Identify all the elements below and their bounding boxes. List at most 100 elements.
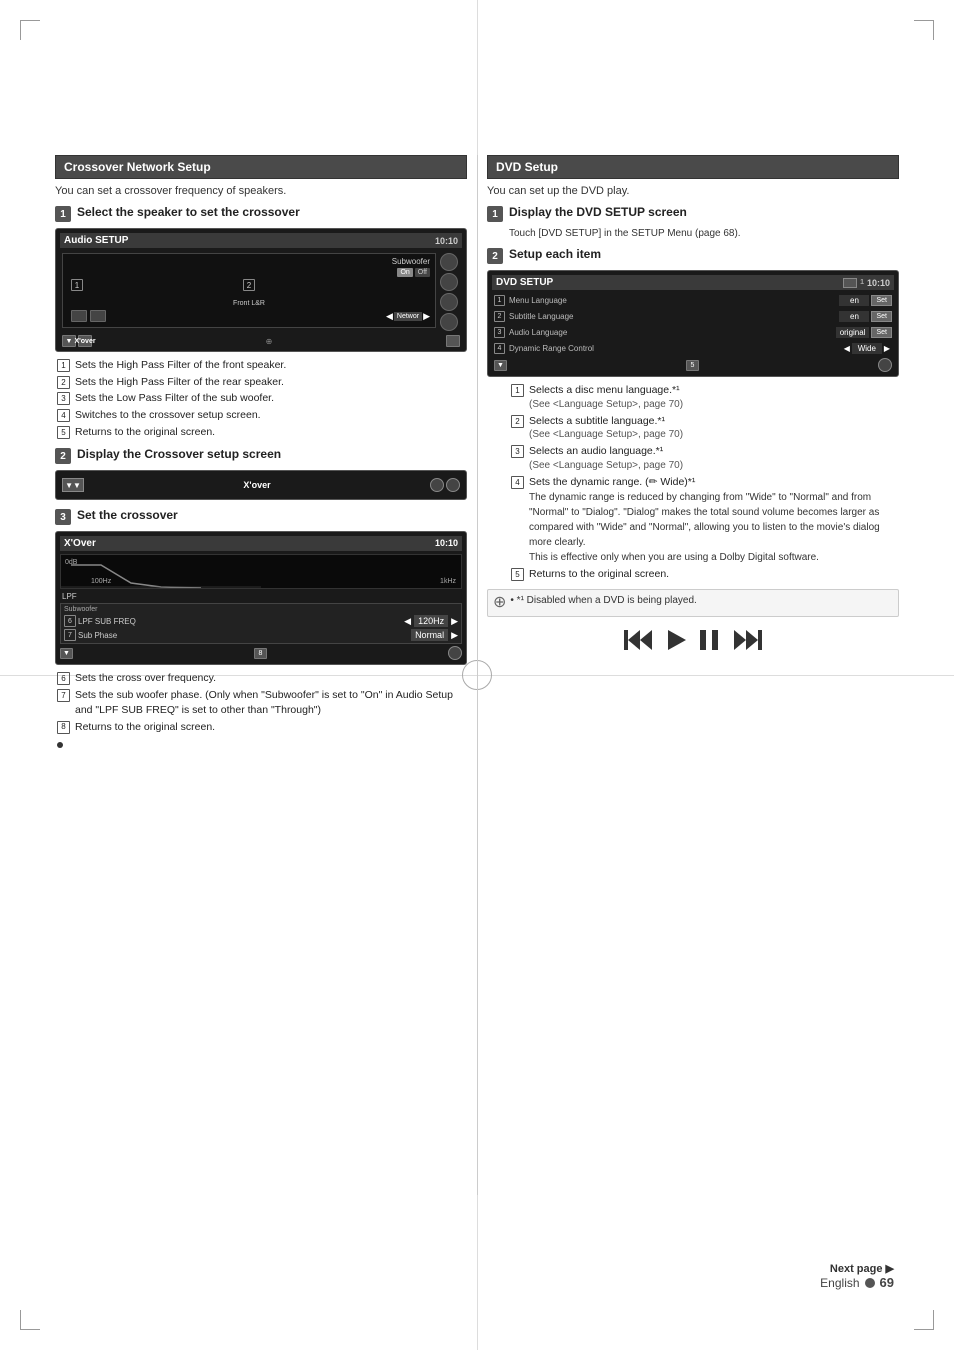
dvd-dynrange-val: Wide bbox=[852, 343, 882, 354]
subwoofer-label: Subwoofer bbox=[392, 257, 430, 266]
arrow-controls: ◀Networ▶ bbox=[386, 311, 430, 322]
note-text: • *¹ Disabled when a DVD is being played… bbox=[510, 595, 696, 606]
xover-titlebar: X'Over 10:10 bbox=[60, 536, 462, 551]
num-box-4: 4 bbox=[57, 409, 70, 422]
dvd-sub-lang-val: en bbox=[839, 311, 869, 322]
num-box-7: 7 bbox=[57, 689, 70, 702]
xover-graph: 0dB 100Hz 1kHz bbox=[60, 554, 462, 589]
graph-100hz: 100Hz bbox=[91, 578, 111, 585]
dvd-row-num-1: 1 bbox=[494, 295, 505, 306]
xover-screen: X'Over 10:10 0dB 100Hz 1kHz bbox=[55, 531, 467, 665]
num-box-3: 3 bbox=[57, 392, 70, 405]
num-item-1: 1 Sets the High Pass Filter of the front… bbox=[57, 358, 467, 373]
left-section-header: Crossover Network Setup bbox=[55, 155, 467, 179]
dvd-step2-title: Setup each item bbox=[509, 247, 601, 261]
dvd-audio-lang-val: original bbox=[836, 327, 870, 338]
dvd-num-box-3: 3 bbox=[511, 445, 524, 458]
dvd-step2-header: 2 Setup each item bbox=[487, 247, 899, 264]
corner-mark-tr bbox=[914, 20, 934, 40]
dvd-num-item-1: 1 Selects a disc menu language.*¹ (See <… bbox=[511, 383, 899, 412]
dvd-item-5-text: Returns to the original screen. bbox=[529, 567, 669, 582]
xover-label: X'over bbox=[243, 480, 270, 490]
dvd-dynrange-label: Dynamic Range Control bbox=[509, 344, 842, 353]
dvd-audio-lang-btn[interactable]: Set bbox=[871, 327, 892, 338]
right-column: DVD Setup You can set up the DVD play. 1… bbox=[477, 155, 899, 748]
pause-icon bbox=[696, 627, 722, 653]
dvd-num-box-5: 5 bbox=[511, 568, 524, 581]
graph-1khz: 1kHz bbox=[440, 578, 456, 585]
step2-num: 2 bbox=[55, 448, 71, 464]
num-item-5: 5 Returns to the original screen. bbox=[57, 425, 467, 440]
audio-setup-titlebar: Audio SETUP 10:10 bbox=[60, 233, 462, 248]
xover-time: 10:10 bbox=[435, 538, 458, 549]
on-btn[interactable]: On bbox=[397, 268, 412, 277]
num-box-1: 1 bbox=[57, 359, 70, 372]
phase-arrow-right[interactable]: ▶ bbox=[451, 630, 458, 641]
dvd-menu-lang-btn[interactable]: Set bbox=[871, 295, 892, 306]
dynrange-arrow-left[interactable]: ◀ bbox=[844, 344, 850, 353]
bottom-icons-area bbox=[487, 627, 899, 653]
step3-title: Set the crossover bbox=[77, 508, 178, 522]
content-area: Crossover Network Setup You can set a cr… bbox=[55, 155, 899, 1195]
left-section-title: Crossover Network Setup bbox=[64, 160, 211, 174]
dvd-step1-num: 1 bbox=[487, 206, 503, 222]
dvd-row-num-2: 2 bbox=[494, 311, 505, 322]
right-section-header: DVD Setup bbox=[487, 155, 899, 179]
dvd-step2-num: 2 bbox=[487, 248, 503, 264]
bullet-mark bbox=[57, 742, 63, 748]
skip-back-icon bbox=[622, 627, 658, 653]
xover-lpf-row: LPF bbox=[60, 592, 462, 601]
left-section-intro: You can set a crossover frequency of spe… bbox=[55, 185, 467, 197]
subwoofer-sub-label: Subwoofer bbox=[64, 606, 97, 613]
num-box-2: 2 bbox=[57, 376, 70, 389]
page-language-row: English 69 bbox=[820, 1275, 894, 1290]
crossover-mini-screen: ▼▼ X'over bbox=[55, 470, 467, 500]
dvd-row-2: 2 Subtitle Language en Set bbox=[492, 310, 894, 323]
page-container: Crossover Network Setup You can set a cr… bbox=[0, 0, 954, 1350]
xover-subwoofer-row: Subwoofer 6 LPF SUB FREQ ◀ 120Hz ▶ bbox=[60, 603, 462, 644]
step1-num: 1 bbox=[55, 206, 71, 222]
screen-bottom-btns bbox=[71, 310, 106, 322]
step2-title: Display the Crossover setup screen bbox=[77, 447, 281, 461]
dvd-setup-screen: DVD SETUP 1 10:10 1 Menu Language en Set bbox=[487, 270, 899, 377]
play-icon bbox=[664, 627, 690, 653]
xover-num7: 7 bbox=[64, 629, 76, 641]
dvd-item-1-text: Selects a disc menu language.*¹ bbox=[529, 384, 680, 396]
left-column: Crossover Network Setup You can set a cr… bbox=[55, 155, 477, 748]
dvd-sub-lang-btn[interactable]: Set bbox=[871, 311, 892, 322]
right-section-title: DVD Setup bbox=[496, 160, 558, 174]
two-columns: Crossover Network Setup You can set a cr… bbox=[55, 155, 899, 748]
dvd-setup-titlebar: DVD SETUP 1 10:10 bbox=[492, 275, 894, 290]
dvd-row-num-4: 4 bbox=[494, 343, 505, 354]
lpf-arrow-left[interactable]: ◀ bbox=[404, 616, 411, 627]
step1-title: Select the speaker to set the crossover bbox=[77, 205, 300, 219]
speaker-pos-1: 1 bbox=[71, 279, 83, 291]
language-label: English bbox=[820, 1276, 859, 1290]
audio-setup-title: Audio SETUP bbox=[64, 235, 128, 246]
dynrange-arrow-right[interactable]: ▶ bbox=[884, 344, 890, 353]
dvd-num-item-5: 5 Returns to the original screen. bbox=[511, 567, 899, 582]
sub-phase-value: Normal bbox=[411, 629, 448, 641]
dvd-menu-lang-val: en bbox=[839, 295, 869, 306]
corner-mark-br bbox=[914, 1310, 934, 1330]
lpf-label: LPF bbox=[62, 592, 132, 601]
off-btn[interactable]: Off bbox=[415, 268, 430, 277]
num-box-8: 8 bbox=[57, 721, 70, 734]
num-item-8-text: Returns to the original screen. bbox=[75, 720, 215, 735]
step2-header: 2 Display the Crossover setup screen bbox=[55, 447, 467, 464]
xover-num6: 6 bbox=[64, 615, 76, 627]
num-item-2-text: Sets the High Pass Filter of the rear sp… bbox=[75, 375, 284, 390]
num-item-3: 3 Sets the Low Pass Filter of the sub wo… bbox=[57, 391, 467, 406]
step1-num-list: 1 Sets the High Pass Filter of the front… bbox=[55, 358, 467, 439]
audio-setup-screen: Audio SETUP 10:10 Subwoofer On Off bbox=[55, 228, 467, 352]
dvd-item-4-text: Sets the dynamic range. (✏ Wide)*¹ bbox=[529, 476, 695, 488]
num-item-3-text: Sets the Low Pass Filter of the sub woof… bbox=[75, 391, 274, 406]
lpf-arrow-right[interactable]: ▶ bbox=[451, 616, 458, 627]
dvd-item-2-text: Selects a subtitle language.*¹ bbox=[529, 415, 665, 427]
sub-phase-label: Sub Phase bbox=[78, 631, 117, 640]
lpf-freq-label: LPF SUB FREQ bbox=[78, 617, 136, 626]
dvd-item-3-sub: (See <Language Setup>, page 70) bbox=[529, 459, 683, 473]
dvd-num-item-2: 2 Selects a subtitle language.*¹ (See <L… bbox=[511, 414, 899, 443]
num-item-5-text: Returns to the original screen. bbox=[75, 425, 215, 440]
front-label: Front L&R bbox=[233, 300, 265, 307]
